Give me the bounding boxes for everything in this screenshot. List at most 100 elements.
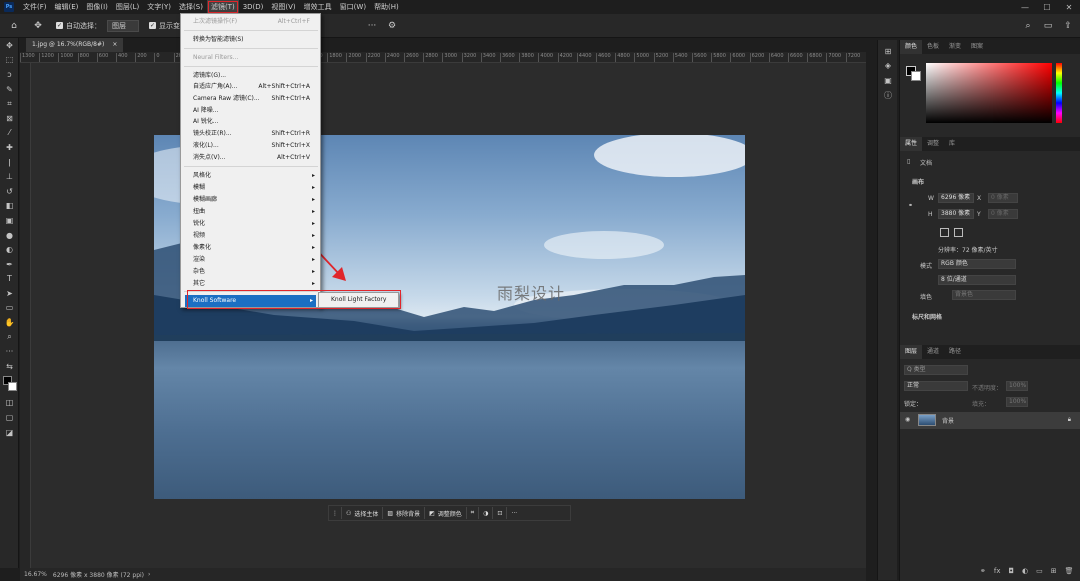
- home-icon[interactable]: ⌂: [6, 18, 22, 34]
- quick-select-icon[interactable]: ✎: [0, 82, 19, 97]
- adjustment-layer-icon[interactable]: ◐: [1022, 567, 1028, 575]
- layer-kind-filter[interactable]: Q 类型: [904, 365, 968, 375]
- tab-adjustments[interactable]: 调整: [922, 137, 944, 151]
- close-tab-icon[interactable]: ×: [112, 38, 117, 52]
- tab-color[interactable]: 颜色: [900, 40, 923, 54]
- menu-layer[interactable]: 图层(L): [112, 0, 143, 14]
- hue-slider[interactable]: [1056, 63, 1062, 123]
- menu-3d[interactable]: 3D(D): [239, 0, 268, 14]
- more-icon[interactable]: ···: [507, 507, 521, 519]
- auto-select-checkbox[interactable]: ✓: [56, 22, 63, 29]
- lens-correction-item[interactable]: 镜头校正(R)... Shift+Ctrl+R: [193, 128, 318, 139]
- menu-help[interactable]: 帮助(H): [370, 0, 403, 14]
- video-item[interactable]: 视频 ▸: [193, 230, 318, 241]
- last-filter-item[interactable]: 上次滤镜操作(F) Alt+Ctrl+F: [193, 16, 318, 27]
- rulers-grids-title[interactable]: 标尺和网格: [912, 312, 942, 321]
- chevron-right-icon[interactable]: ›: [148, 571, 150, 578]
- trash-icon[interactable]: 🗑︎: [1065, 567, 1074, 575]
- more-tools-icon[interactable]: ···: [0, 344, 19, 359]
- type-icon[interactable]: T: [0, 272, 19, 287]
- render-item[interactable]: 渲染 ▸: [193, 254, 318, 265]
- menu-image[interactable]: 图像(I): [82, 0, 112, 14]
- fill-select[interactable]: 背景色: [952, 290, 1016, 300]
- blend-mode-select[interactable]: 正常: [904, 381, 968, 391]
- adjust-color-button[interactable]: ◩ 调整颜色: [425, 507, 467, 519]
- color-picker-field[interactable]: [926, 63, 1052, 123]
- y-field[interactable]: 0 像素: [988, 209, 1018, 219]
- layer-row-background[interactable]: ◉ 背景 🔒︎: [900, 412, 1080, 429]
- ai-denoise-item[interactable]: AI 降噪...: [193, 105, 219, 116]
- actions-icon[interactable]: ◈: [878, 59, 898, 74]
- ai-sharpen-item[interactable]: AI 锐化...: [193, 116, 219, 127]
- tab-patterns[interactable]: 图案: [966, 40, 988, 54]
- liquify-item[interactable]: 液化(L)... Shift+Ctrl+X: [193, 140, 318, 151]
- group-icon[interactable]: ▭: [1036, 567, 1043, 575]
- workspace-icon[interactable]: ▭: [1040, 18, 1056, 34]
- link-icon[interactable]: ⚭: [908, 202, 913, 209]
- marquee-icon[interactable]: ⬚: [0, 53, 19, 68]
- eyedropper-icon[interactable]: ⁄: [0, 126, 19, 141]
- crop-icon[interactable]: ⌗: [467, 507, 480, 519]
- info-icon[interactable]: ⓘ: [878, 88, 898, 103]
- healing-icon[interactable]: ✚: [0, 140, 19, 155]
- gear-icon[interactable]: ⚙: [384, 18, 400, 34]
- tab-swatches[interactable]: 色板: [922, 40, 944, 54]
- knoll-light-factory-item[interactable]: Knoll Light Factory: [318, 292, 399, 308]
- tab-paths[interactable]: 路径: [944, 345, 966, 359]
- move-tool-icon[interactable]: ✥: [30, 18, 46, 34]
- stamp-icon[interactable]: ⊥: [0, 169, 19, 184]
- eraser-icon[interactable]: ◧: [0, 199, 19, 214]
- height-field[interactable]: 3880 像素: [938, 209, 974, 219]
- more-options-icon[interactable]: ···: [364, 18, 380, 34]
- neural-filters-item[interactable]: Neural Filters...: [193, 52, 238, 63]
- canvas-section-title[interactable]: 画布: [912, 177, 924, 186]
- vanishing-point-item[interactable]: 消失点(V)... Alt+Ctrl+V: [193, 152, 318, 163]
- close-window-icon[interactable]: ✕: [1058, 0, 1080, 14]
- dodge-icon[interactable]: ◐: [0, 242, 19, 257]
- layer-name[interactable]: 背景: [942, 416, 954, 425]
- convert-smart-filter-item[interactable]: 转换为智能滤镜(S): [193, 34, 244, 45]
- crop-icon[interactable]: ⌗: [0, 96, 19, 111]
- quick-mask-icon[interactable]: ◫: [0, 396, 19, 411]
- add-mask-icon[interactable]: ◘: [1008, 567, 1014, 575]
- lasso-icon[interactable]: ↄ: [0, 67, 19, 82]
- comments-icon[interactable]: ▣: [878, 73, 898, 88]
- gradient-icon[interactable]: ▣: [0, 213, 19, 228]
- screen-mode-icon[interactable]: ▢: [0, 410, 19, 425]
- eye-icon[interactable]: ◉: [905, 416, 910, 423]
- zoom-level[interactable]: 16.67%: [24, 571, 47, 578]
- distort-item[interactable]: 扭曲 ▸: [193, 206, 318, 217]
- bits-select[interactable]: 8 位/通道: [938, 275, 1016, 285]
- mask-icon[interactable]: ⊡: [493, 507, 508, 519]
- menu-plugins[interactable]: 增效工具: [300, 0, 336, 14]
- menu-view[interactable]: 视图(V): [267, 0, 299, 14]
- link-layers-icon[interactable]: ⚭: [980, 567, 986, 575]
- fx-icon[interactable]: fx: [994, 567, 1001, 575]
- show-transform-checkbox[interactable]: ✓: [149, 22, 156, 29]
- portrait-icon[interactable]: [940, 228, 949, 237]
- tab-properties[interactable]: 属性: [900, 137, 923, 151]
- minimize-icon[interactable]: —: [1014, 0, 1036, 14]
- tab-gradients[interactable]: 渐变: [944, 40, 966, 54]
- menu-type[interactable]: 文字(Y): [143, 0, 175, 14]
- remove-background-button[interactable]: ▨ 移除背景: [383, 507, 426, 519]
- background-swatch[interactable]: [911, 71, 921, 81]
- share-icon[interactable]: ⇪: [1060, 18, 1076, 34]
- auto-select-dropdown[interactable]: 图层: [107, 19, 139, 32]
- adjust-icon[interactable]: ◑: [479, 507, 494, 519]
- color-swatches[interactable]: [0, 374, 19, 396]
- noise-item[interactable]: 杂色 ▸: [193, 266, 318, 277]
- lock-icon[interactable]: 🔒︎: [1068, 416, 1071, 424]
- filter-gallery-item[interactable]: 滤镜库(G)...: [193, 70, 318, 81]
- frame-icon[interactable]: ⊠: [0, 111, 19, 126]
- width-field[interactable]: 6296 像素: [938, 193, 974, 203]
- sharpen-item[interactable]: 锐化 ▸: [193, 218, 318, 229]
- blur-item[interactable]: 模糊 ▸: [193, 182, 318, 193]
- menu-edit[interactable]: 编辑(E): [51, 0, 83, 14]
- mode-select[interactable]: RGB 颜色: [938, 259, 1016, 269]
- tab-channels[interactable]: 通道: [922, 345, 944, 359]
- blur-icon[interactable]: ●: [0, 228, 19, 243]
- background-color[interactable]: [8, 381, 17, 391]
- path-select-icon[interactable]: ➤: [0, 286, 19, 301]
- stylize-item[interactable]: 风格化 ▸: [193, 170, 318, 181]
